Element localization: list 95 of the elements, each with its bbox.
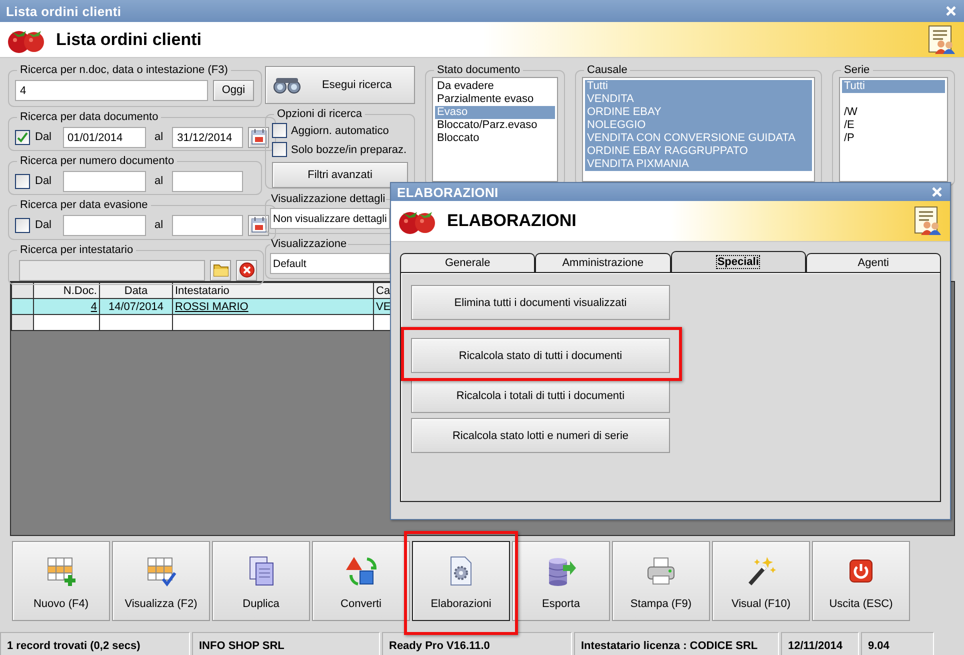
- checkbox-label[interactable]: Aggiorn. automatico: [291, 124, 389, 136]
- group-label: Causale: [586, 63, 628, 77]
- checkbox-label[interactable]: Solo bozze/in preparaz.: [291, 144, 407, 156]
- toolbar-button[interactable]: Uscita (ESC): [812, 541, 910, 621]
- status-text: Intestatario licenza : CODICE SRL: [574, 632, 779, 655]
- dropdown[interactable]: Default: [270, 253, 390, 274]
- from-field[interactable]: 01/01/2014: [62, 126, 146, 148]
- list-item[interactable]: /E: [842, 119, 945, 132]
- advanced-filters-button[interactable]: Filtri avanzati: [272, 162, 408, 188]
- group-label: Ricerca per data documento: [19, 110, 160, 124]
- calendar-button[interactable]: [248, 126, 270, 148]
- list-item[interactable]: Bloccato/Parz.evaso: [435, 119, 555, 132]
- toolbar-button[interactable]: Visual (F10): [712, 541, 810, 621]
- tab[interactable]: Agenti: [806, 253, 941, 272]
- action-button[interactable]: Ricalcola stato lotti e numeri di serie: [411, 418, 670, 453]
- grid-check-icon: [145, 555, 177, 587]
- window-title: Lista ordini clienti: [6, 4, 122, 18]
- group-label: Ricerca per intestatario: [19, 243, 134, 257]
- status-text: 9.04: [861, 632, 934, 655]
- status-text: 1 record trovati (0,2 secs): [0, 632, 190, 655]
- field-label: al: [154, 175, 164, 187]
- toolbar-button[interactable]: Visualizza (F2): [112, 541, 210, 621]
- document-people-icon: [912, 206, 942, 236]
- search-field[interactable]: 4: [15, 80, 208, 100]
- group-label: Stato documento: [436, 63, 522, 77]
- group-label: Visualizzazione dettagli: [270, 192, 386, 206]
- clear-icon: [238, 262, 254, 278]
- toolbar-button[interactable]: Nuovo (F4): [12, 541, 110, 621]
- search-button[interactable]: Esegui ricerca: [265, 66, 415, 104]
- list-item[interactable]: Parzialmente evaso: [435, 93, 555, 106]
- toolbar-button[interactable]: Elaborazioni: [412, 541, 510, 621]
- group-label: Visualizzazione: [270, 237, 348, 251]
- group-label: Serie: [843, 63, 871, 77]
- checkbox[interactable]: [15, 130, 30, 144]
- header-title: ELABORAZIONI: [447, 211, 578, 231]
- toolbar-button[interactable]: Duplica: [212, 541, 310, 621]
- checkbox[interactable]: [15, 174, 30, 188]
- status-text: INFO SHOP SRL: [192, 632, 380, 655]
- browse-button[interactable]: [210, 260, 231, 280]
- from-field[interactable]: [62, 214, 146, 236]
- close-icon: [946, 6, 956, 16]
- calendar-icon: [250, 129, 267, 145]
- calendar-button[interactable]: [248, 214, 270, 236]
- calendar-icon: [250, 217, 267, 233]
- document-people-icon: [926, 24, 956, 54]
- folder-icon: [212, 263, 228, 277]
- header-title: Lista ordini clienti: [56, 30, 202, 50]
- grid-plus-icon: [45, 555, 77, 587]
- column-header[interactable]: Data: [100, 282, 172, 298]
- checkbox[interactable]: [272, 142, 287, 157]
- close-icon: [932, 187, 942, 197]
- group-label: Ricerca per n.doc, data o intestazione (F3): [19, 63, 229, 77]
- action-button[interactable]: Elimina tutti i documenti visualizzati: [411, 285, 670, 320]
- toolbar-button[interactable]: Stampa (F9): [612, 541, 710, 621]
- group-label: Ricerca per numero documento: [19, 154, 176, 168]
- table-cell: VE: [376, 300, 391, 312]
- tab[interactable]: Generale: [400, 253, 536, 272]
- toolbar-button[interactable]: Converti: [312, 541, 410, 621]
- dropdown[interactable]: Non visualizzare dettagli: [270, 208, 390, 229]
- toolbar-button[interactable]: Esporta: [512, 541, 610, 621]
- tab[interactable]: Amministrazione: [535, 253, 670, 272]
- to-field[interactable]: [172, 170, 244, 192]
- to-field[interactable]: [172, 214, 244, 236]
- status-text: Ready Pro V16.11.0: [382, 632, 572, 655]
- clear-button[interactable]: [236, 260, 257, 280]
- checkbox[interactable]: [272, 123, 287, 138]
- column-header[interactable]: Intestatario: [172, 282, 374, 298]
- list-item[interactable]: /W: [842, 106, 945, 119]
- shapes-arrows-icon: [345, 555, 377, 587]
- group-label: Opzioni di ricerca: [276, 107, 363, 121]
- binoculars-icon: [272, 76, 302, 94]
- list-item[interactable]: Bloccato: [435, 132, 555, 145]
- checkbox-label[interactable]: Dal: [35, 175, 52, 187]
- field-label: al: [154, 131, 164, 143]
- close-button[interactable]: [930, 185, 944, 199]
- status-text: 12/11/2014: [781, 632, 859, 655]
- action-button[interactable]: Ricalcola stato di tutti i documenti: [411, 338, 670, 373]
- link[interactable]: 4: [90, 300, 97, 312]
- group-label: Ricerca per data evasione: [19, 198, 149, 212]
- checkbox-label[interactable]: Dal: [35, 219, 52, 231]
- close-button[interactable]: [944, 4, 958, 18]
- tab[interactable]: Speciali: [670, 251, 806, 272]
- today-button[interactable]: Oggi: [213, 80, 254, 100]
- printer-icon: [645, 555, 677, 587]
- from-field[interactable]: [62, 170, 146, 192]
- check-icon: [16, 130, 29, 144]
- checkbox-label[interactable]: Dal: [35, 131, 52, 143]
- column-header[interactable]: N.Doc.: [34, 282, 100, 298]
- field-label: al: [154, 219, 164, 231]
- list-item[interactable]: Da evadere: [435, 80, 555, 93]
- list-item[interactable]: /P: [842, 132, 945, 145]
- action-button[interactable]: Ricalcola i totali di tutti i documenti: [411, 378, 670, 413]
- to-field[interactable]: 31/12/2014: [172, 126, 244, 148]
- checkbox[interactable]: [15, 218, 30, 232]
- table-cell: 14/07/2014: [108, 300, 164, 312]
